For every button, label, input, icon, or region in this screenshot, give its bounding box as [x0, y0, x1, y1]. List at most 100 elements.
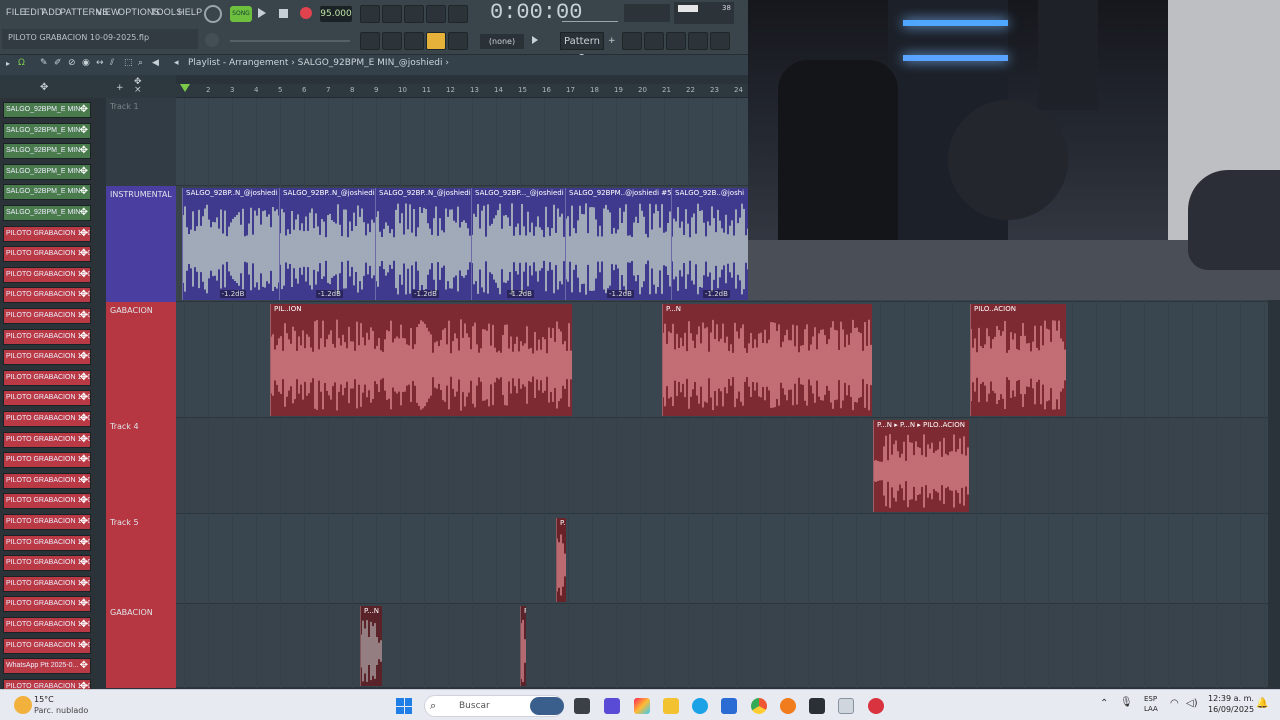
channel-move-icon[interactable]: ✥	[80, 351, 88, 362]
store-icon[interactable]	[721, 698, 737, 714]
menu-add[interactable]: ADD	[42, 7, 62, 17]
channel-move-icon[interactable]: ✥	[80, 269, 88, 280]
stamp-icon[interactable]	[448, 32, 468, 50]
instrumental-clip[interactable]: SALGO_92BPM..@joshiedi #5 -1.2dB	[565, 188, 671, 300]
channel-move-icon[interactable]: ✥	[80, 186, 88, 197]
volume-icon[interactable]: ◁)	[1186, 698, 1198, 709]
channel-move-icon[interactable]: ✥	[80, 660, 88, 671]
zoom-tool-icon[interactable]: ⌕	[138, 58, 143, 68]
channel-move-icon[interactable]: ✥	[80, 392, 88, 403]
edge-icon[interactable]	[692, 698, 708, 714]
channel-move-icon[interactable]: ✥	[80, 619, 88, 630]
channel-move-icon[interactable]: ✥	[80, 145, 88, 156]
pattern-add-icon[interactable]: +	[608, 36, 616, 46]
metronome-icon[interactable]	[360, 5, 380, 23]
track-header-2[interactable]: INSTRUMENTAL	[106, 186, 176, 302]
channel-move-icon[interactable]: ✥	[80, 310, 88, 321]
track6-clip-2[interactable]: PIL..ION	[520, 606, 526, 686]
gabacion-clip[interactable]: PILO..ACION	[970, 304, 1066, 416]
channel-move-icon[interactable]: ✥	[80, 537, 88, 548]
link-icon[interactable]	[426, 32, 446, 50]
channel-button[interactable]: PILOTO GRABACION 10-09...✥	[3, 287, 91, 304]
channel-button[interactable]: PILOTO GRABACION 10-09...✥	[3, 452, 91, 469]
channel-move-icon[interactable]: ✥	[80, 578, 88, 589]
channel-button[interactable]: PILOTO GRABACION 10-09...✥	[3, 369, 91, 386]
track-header-4[interactable]: Track 4	[106, 418, 176, 514]
close-icon[interactable]: ×	[134, 85, 142, 95]
playhead-marker[interactable]	[180, 84, 190, 92]
track-header-1[interactable]: Track 1	[106, 98, 176, 186]
mic-icon[interactable]: 🎙	[1120, 697, 1133, 708]
playlist-icon[interactable]	[622, 32, 642, 50]
channel-button[interactable]: PILOTO GRABACION 10-09...✥	[3, 472, 91, 489]
app-icon-3[interactable]	[868, 698, 884, 714]
teams-icon[interactable]	[604, 698, 620, 714]
mixer-icon[interactable]	[666, 32, 686, 50]
channel-move-icon[interactable]: ✥	[80, 598, 88, 609]
track5-clip[interactable]: P..ON	[556, 518, 566, 602]
magnet-icon[interactable]: Ω	[18, 58, 25, 68]
breadcrumb[interactable]: Playlist - Arrangement › SALGO_92BPM_E M…	[188, 58, 449, 68]
bpm-display[interactable]: 95.000	[320, 6, 352, 22]
wait-input-icon[interactable]	[382, 5, 402, 23]
channel-button[interactable]: SALGO_92BPM_E MIN... ✥	[3, 122, 91, 139]
channel-move-icon[interactable]: ✥	[80, 475, 88, 486]
clock-time[interactable]: 12:39 a. m.	[1208, 694, 1254, 703]
instrumental-clip[interactable]: SALGO_92BP..N_@joshiedi -1.2dB	[279, 188, 375, 300]
pencil-icon[interactable]	[404, 32, 424, 50]
channel-button[interactable]: PILOTO GRABACION 10-09...✥	[3, 308, 91, 324]
tempo-dial-icon[interactable]	[204, 5, 222, 23]
search-highlight-image[interactable]	[530, 697, 564, 715]
gabacion-clip[interactable]: P...N	[662, 304, 872, 416]
mute-tool-icon[interactable]: ◉	[82, 58, 90, 68]
channel-button[interactable]: PILOTO GRABACION 10-09...✥	[3, 555, 91, 572]
channel-button[interactable]: PILOTO GRABACION 10-09...✥	[3, 514, 91, 530]
chevron-up-icon[interactable]: ⌃	[1100, 698, 1108, 709]
channel-button[interactable]: WhatsApp Ptt 2025-0... ✥	[3, 658, 91, 675]
track4-clip[interactable]: P...N ▸ P...N ▸ PILO..ACION	[873, 420, 969, 512]
channel-rack-icon[interactable]	[644, 32, 664, 50]
channel-button[interactable]: PILOTO GRABACION 10-09...✥	[3, 411, 91, 427]
track-header-6[interactable]: GABACION	[106, 604, 176, 688]
gabacion-clip[interactable]: PIL..ION	[270, 304, 572, 416]
none-selector[interactable]: (none)	[480, 34, 524, 49]
piano-icon[interactable]	[360, 32, 380, 50]
countdown-icon[interactable]	[404, 5, 424, 23]
track-header-3[interactable]: GABACION	[106, 302, 176, 418]
channel-button[interactable]: PILOTO GRABACION 10-09...✥	[3, 431, 91, 448]
song-mode-button[interactable]: SONG	[230, 6, 252, 22]
wifi-icon[interactable]: ◠	[1170, 698, 1179, 709]
move-icon[interactable]: ✥	[40, 82, 48, 93]
stop-icon[interactable]	[279, 9, 288, 18]
channel-button[interactable]: PILOTO GRABACION 10-09...✥	[3, 246, 91, 263]
weather-icon[interactable]	[14, 696, 32, 714]
instrumental-clip[interactable]: SALGO_92BP..N_@joshiedi -1.2dB	[182, 188, 279, 300]
channel-button[interactable]: PILOTO GRABACION 10-09...✥	[3, 596, 91, 613]
piano-roll-icon[interactable]	[688, 32, 708, 50]
app-icon-2[interactable]	[838, 698, 854, 714]
channel-move-icon[interactable]: ✥	[80, 207, 88, 218]
channel-move-icon[interactable]: ✥	[80, 495, 88, 506]
slip-tool-icon[interactable]: ↔	[96, 58, 104, 68]
instrumental-clip[interactable]: SALGO_92BP..N_@joshiedi -1.2dB	[375, 188, 471, 300]
pitch-knob[interactable]	[205, 33, 219, 47]
task-view-icon[interactable]	[574, 698, 590, 714]
channel-move-icon[interactable]: ✥	[80, 166, 88, 177]
channel-move-icon[interactable]: ✥	[80, 516, 88, 527]
channel-button[interactable]: PILOTO GRABACION 10-09...✥	[3, 225, 91, 242]
record-icon[interactable]	[300, 7, 312, 19]
play-icon[interactable]	[258, 8, 266, 18]
channel-button[interactable]: SALGO_92BPM_E MIN... ✥	[3, 184, 91, 201]
fl-studio-icon[interactable]	[780, 698, 796, 714]
notification-icon[interactable]: 🔔	[1256, 698, 1268, 709]
lang-code-2[interactable]: LAA	[1144, 705, 1158, 713]
track-header-5[interactable]: Track 5	[106, 514, 176, 604]
menu-file[interactable]: FILE	[6, 7, 26, 17]
channel-move-icon[interactable]: ✥	[80, 331, 88, 342]
channel-move-icon[interactable]: ✥	[80, 434, 88, 445]
channel-button[interactable]: PILOTO GRABACION 10-09...✥	[3, 328, 91, 345]
file-explorer-icon[interactable]	[663, 698, 679, 714]
step-edit-icon[interactable]	[426, 5, 446, 23]
select-tool-icon[interactable]: ⬚	[124, 58, 133, 68]
channel-button[interactable]: SALGO_92BPM_E MIN... ✥	[3, 143, 91, 160]
